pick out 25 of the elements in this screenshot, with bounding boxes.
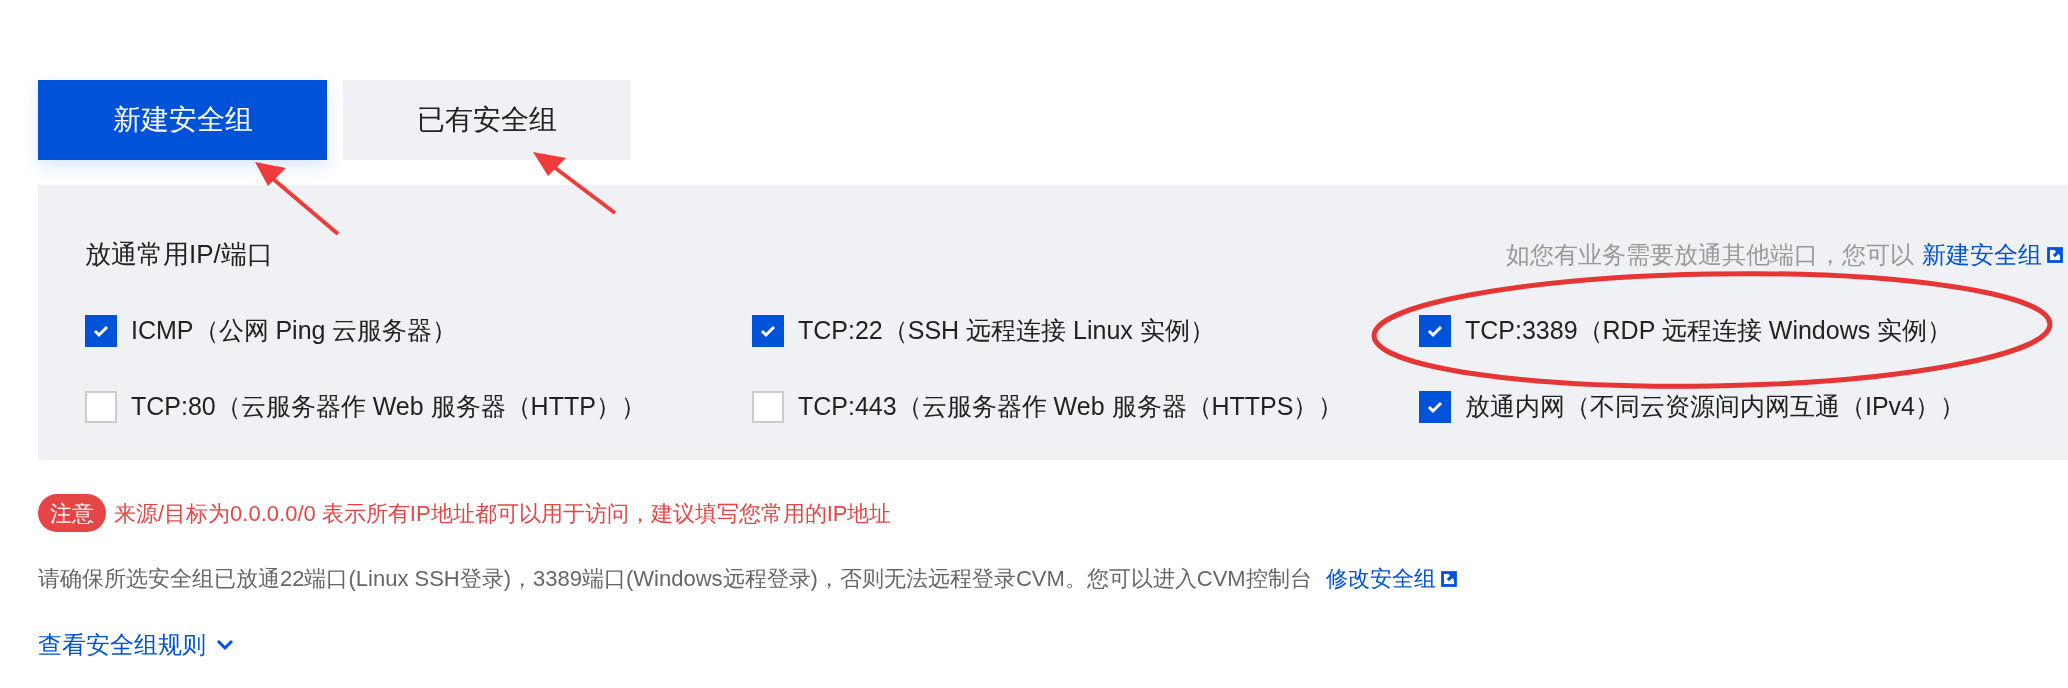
section-title: 放通常用IP/端口 [85,238,273,271]
checkbox[interactable] [85,391,117,423]
notice-text: 来源/目标为0.0.0.0/0 表示所有IP地址都可以用于访问，建议填写您常用的IP地址 [114,499,892,528]
chevron-down-icon [216,639,234,651]
notice-badge: 注意 [38,494,106,532]
checkbox[interactable] [1419,391,1451,423]
checkbox[interactable] [85,315,117,347]
view-rules-link[interactable]: 查看安全组规则 [38,627,234,663]
external-link-icon [1439,569,1458,588]
checkbox-label: 放通内网（不同云资源间内网互通（IPv4）） [1465,391,1966,423]
modify-group-link[interactable]: 修改安全组 [1325,562,1458,595]
new-group-link[interactable]: 新建安全组 [1922,236,2064,273]
external-link-icon [2046,245,2064,264]
checkbox-label: TCP:3389（RDP 远程连接 Windows 实例） [1465,315,1953,347]
checkbox[interactable] [752,315,784,347]
hint-text: 如您有业务需要放通其他端口，您可以 [1506,239,1914,270]
checkbox[interactable] [752,391,784,423]
info-text: 请确保所选安全组已放通22端口(Linux SSH登录)，3389端口(Windows远程登录)，否则无法远程登录CVM。您可以进入CVM控制台 [38,565,1312,593]
checkbox[interactable] [1419,315,1451,347]
checkbox-label: TCP:443（云服务器作 Web 服务器（HTTPS）） [798,391,1344,423]
tab[interactable]: 已有安全组 [343,80,631,160]
checkbox-label: TCP:80（云服务器作 Web 服务器（HTTP）） [131,391,646,423]
checkbox-label: TCP:22（SSH 远程连接 Linux 实例） [798,315,1215,347]
checkbox-label: ICMP（公网 Ping 云服务器） [131,315,458,347]
tab[interactable]: 新建安全组 [38,80,327,160]
